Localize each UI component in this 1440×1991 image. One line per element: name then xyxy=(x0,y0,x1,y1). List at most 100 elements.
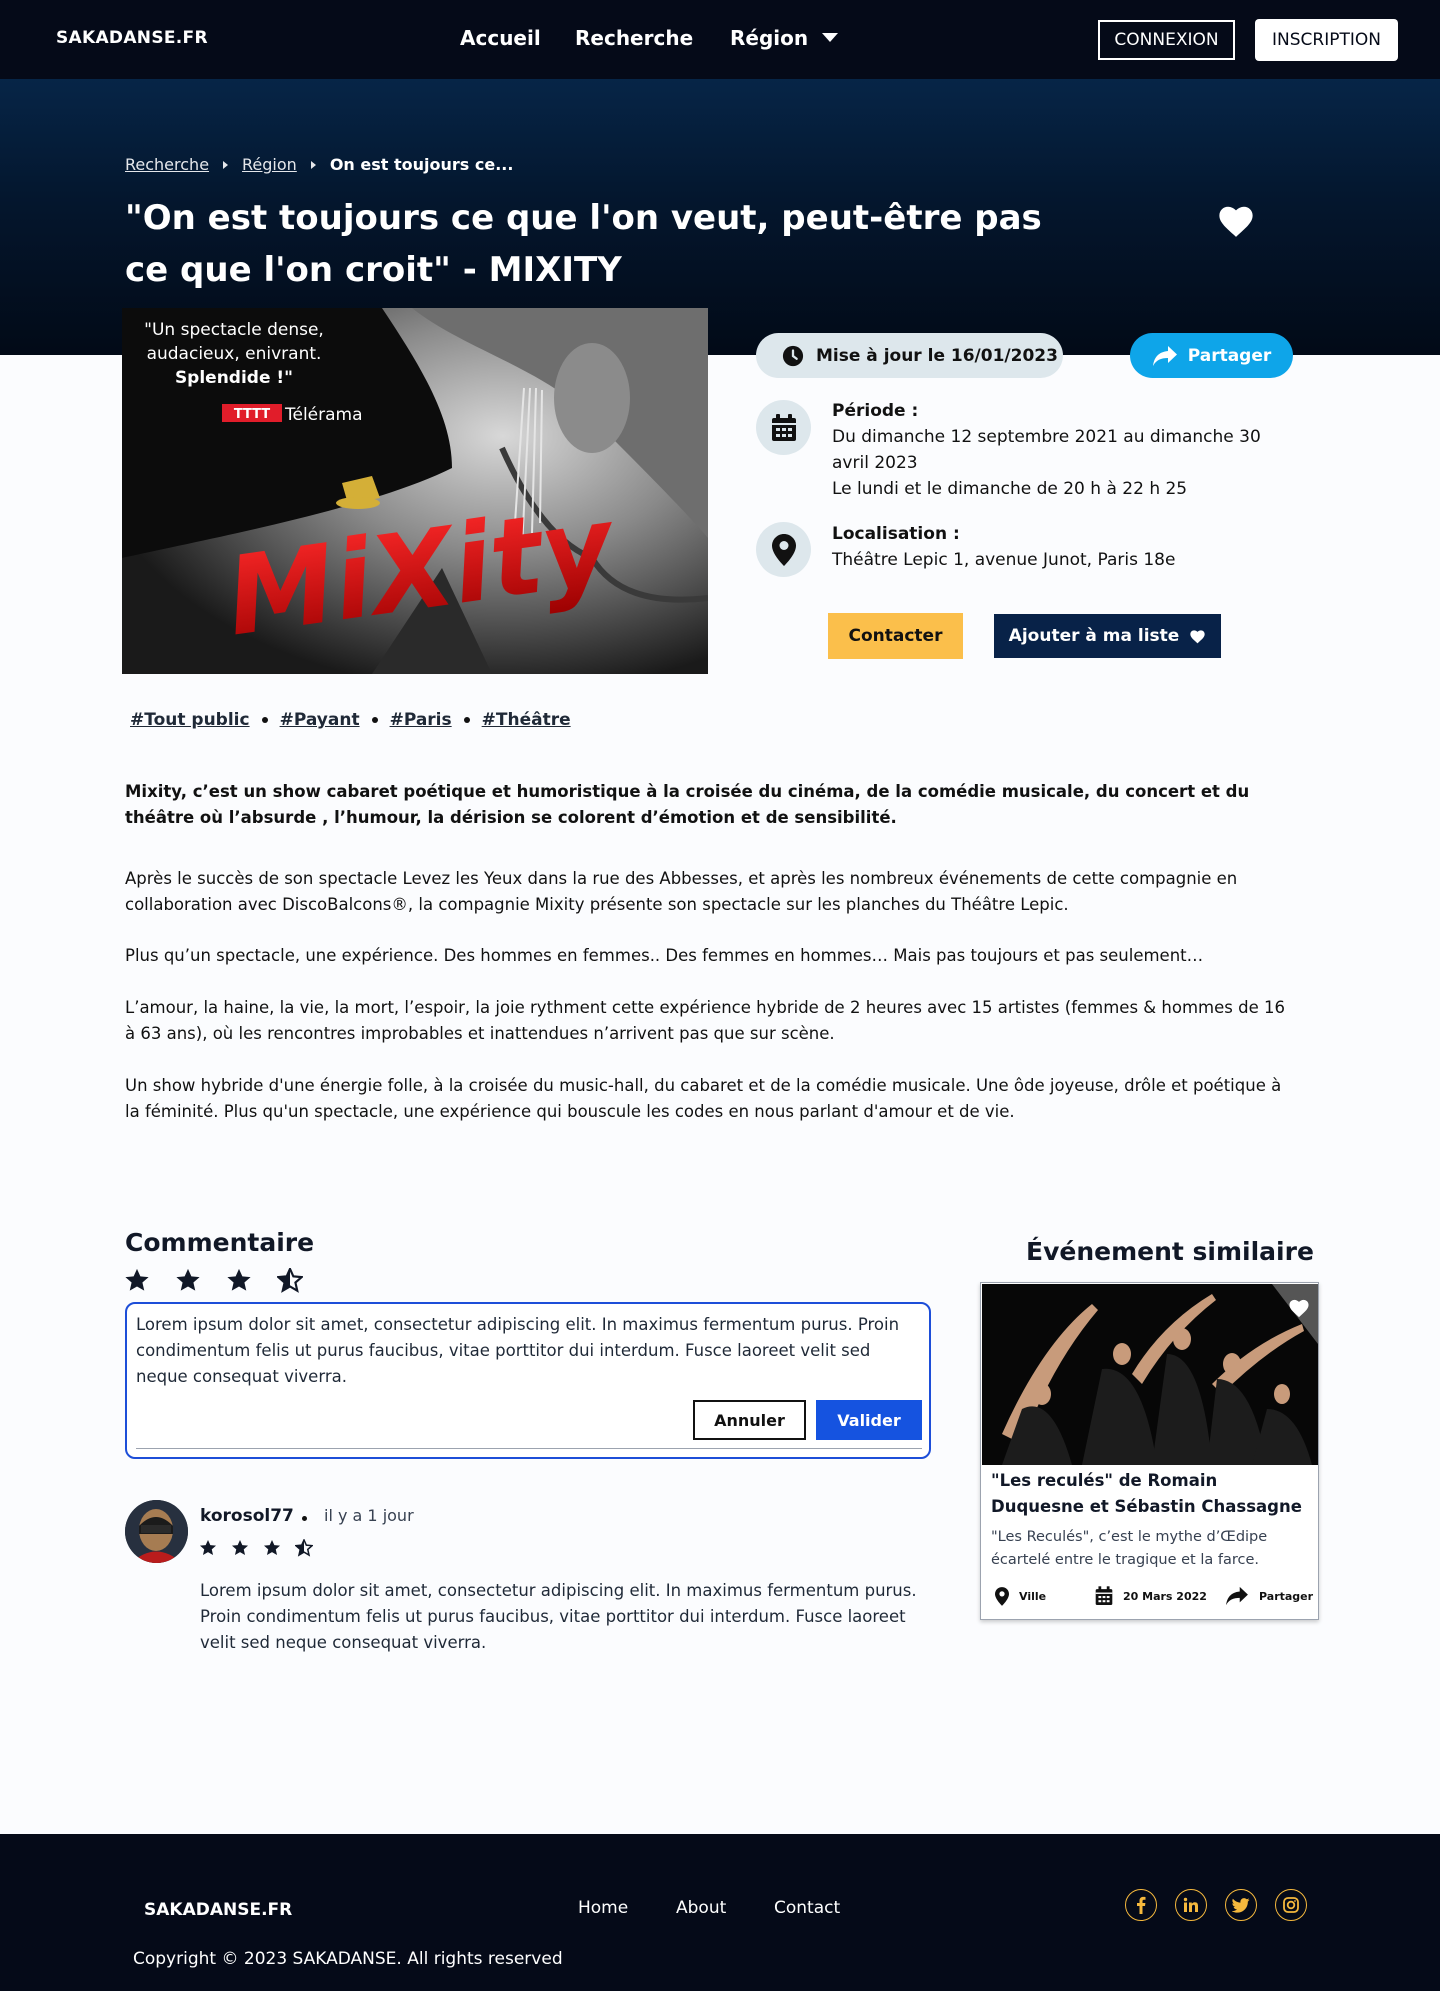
similar-events-title: Événement similaire xyxy=(1026,1237,1314,1266)
similar-event-card[interactable]: "Les reculés" de Romain Duquesne et Séba… xyxy=(980,1282,1319,1620)
tag-link[interactable]: #Paris xyxy=(390,710,452,730)
similar-event-title[interactable]: "Les reculés" de Romain Duquesne et Séba… xyxy=(991,1468,1311,1520)
heart-icon[interactable] xyxy=(1288,1298,1310,1318)
review-text: Lorem ipsum dolor sit amet, consectetur … xyxy=(200,1581,917,1652)
breadcrumb-separator-icon xyxy=(310,161,316,169)
location-label: Localisation : xyxy=(832,524,960,544)
star-half-icon[interactable] xyxy=(277,1268,303,1293)
similar-event-description: "Les Reculés", c’est le mythe d’Œdipe éc… xyxy=(991,1529,1268,1568)
similar-event-meta: Ville 20 Mars 2022 Partager xyxy=(995,1584,1313,1608)
update-text: Mise à jour le 16/01/2023 xyxy=(816,345,1058,366)
signup-button[interactable]: INSCRIPTION xyxy=(1255,19,1398,61)
meta-separator xyxy=(302,1516,307,1521)
add-to-list-label: Ajouter à ma liste xyxy=(1008,626,1180,646)
facebook-icon[interactable] xyxy=(1125,1889,1157,1921)
poster-artwork: "Un spectacle dense, audacieux, enivrant… xyxy=(122,308,708,674)
location-address: Théâtre Lepic 1, avenue Junot, Paris 18e xyxy=(832,550,1176,570)
period-info: Période : Du dimanche 12 septembre 2021 … xyxy=(832,398,1282,502)
submit-button[interactable]: Valider xyxy=(816,1400,922,1440)
share-button[interactable]: Partager xyxy=(1130,333,1293,378)
nav-region-label: Région xyxy=(730,26,809,50)
page-title: "On est toujours ce que l'on veut, peut-… xyxy=(125,198,1042,290)
star-icon[interactable] xyxy=(175,1268,201,1293)
linkedin-icon[interactable] xyxy=(1175,1889,1207,1921)
share-arrow-icon xyxy=(1226,1586,1248,1606)
city-label: Ville xyxy=(1019,1589,1047,1603)
nav-region-dropdown[interactable]: Région xyxy=(730,26,839,50)
period-dates: Du dimanche 12 septembre 2021 au dimanch… xyxy=(832,427,1261,473)
nav-search-link[interactable]: Recherche xyxy=(575,26,693,50)
login-button[interactable]: CONNEXION xyxy=(1098,20,1235,60)
poster-press: Télérama xyxy=(284,405,363,425)
divider xyxy=(136,1448,922,1449)
add-to-list-button[interactable]: Ajouter à ma liste xyxy=(994,614,1221,658)
tag-separator xyxy=(261,717,268,723)
event-lead: Mixity, c’est un show cabaret poétique e… xyxy=(125,782,1250,827)
description-paragraph: Après le succès de son spectacle Levez l… xyxy=(125,869,1238,914)
calendar-icon xyxy=(756,400,811,455)
comment-draft[interactable]: Lorem ipsum dolor sit amet, consectetur … xyxy=(136,1312,916,1390)
chevron-down-icon xyxy=(822,33,839,42)
poster-quote-line3: Splendide !" xyxy=(175,368,293,388)
breadcrumb: Recherche Région On est toujours ce... xyxy=(125,155,513,174)
star-icon xyxy=(231,1539,249,1556)
footer-link-home[interactable]: Home xyxy=(578,1898,628,1918)
footer-link-contact[interactable]: Contact xyxy=(774,1898,840,1918)
breadcrumb-separator-icon xyxy=(223,161,229,169)
instagram-icon[interactable] xyxy=(1275,1889,1307,1921)
heart-icon xyxy=(1190,629,1205,643)
avatar[interactable] xyxy=(125,1500,188,1563)
event-poster: "Un spectacle dense, audacieux, enivrant… xyxy=(122,308,708,674)
calendar-icon xyxy=(1095,1586,1113,1605)
tag-link[interactable]: #Tout public xyxy=(130,710,250,730)
location-info: Localisation : Théâtre Lepic 1, avenue J… xyxy=(832,521,1282,573)
breadcrumb-region[interactable]: Région xyxy=(242,155,297,174)
date-label: 20 Mars 2022 xyxy=(1123,1589,1207,1603)
star-icon[interactable] xyxy=(226,1268,252,1293)
description-paragraph: Un show hybride d'une énergie folle, à l… xyxy=(125,1076,1282,1121)
tag-list: #Tout public #Payant #Paris #Théâtre xyxy=(130,710,571,730)
star-half-icon xyxy=(295,1539,313,1557)
review-time: il y a 1 jour xyxy=(324,1506,414,1525)
breadcrumb-search[interactable]: Recherche xyxy=(125,155,209,174)
nav-home-link[interactable]: Accueil xyxy=(460,26,541,50)
top-navbar: SAKADANSE.FR Accueil Recherche Région CO… xyxy=(0,0,1440,79)
star-icon[interactable] xyxy=(124,1268,150,1293)
tag-link[interactable]: #Payant xyxy=(280,710,360,730)
rating-input[interactable] xyxy=(124,1268,303,1293)
heart-icon[interactable] xyxy=(1217,203,1255,239)
tag-separator xyxy=(371,717,378,723)
comments-title: Commentaire xyxy=(125,1228,315,1257)
description-paragraph: L’amour, la haine, la vie, la mort, l’es… xyxy=(125,998,1285,1043)
similar-event-date: 20 Mars 2022 xyxy=(1095,1584,1207,1608)
location-pin-icon xyxy=(756,522,811,577)
copyright-text: Copyright © 2023 SAKADANSE. All rights r… xyxy=(133,1949,563,1969)
share-label: Partager xyxy=(1187,345,1272,366)
breadcrumb-current: On est toujours ce... xyxy=(329,155,514,174)
footer-link-about[interactable]: About xyxy=(676,1898,726,1918)
tag-separator xyxy=(463,717,470,723)
similar-event-share[interactable]: Partager xyxy=(1225,1584,1313,1608)
cancel-button[interactable]: Annuler xyxy=(693,1400,806,1440)
comment-textarea[interactable]: Lorem ipsum dolor sit amet, consectetur … xyxy=(125,1302,931,1459)
contact-button[interactable]: Contacter xyxy=(828,613,963,659)
description-paragraph: Plus qu’un spectacle, une expérience. De… xyxy=(125,946,1204,965)
share-arrow-icon xyxy=(1152,345,1177,366)
tag-link[interactable]: #Théâtre xyxy=(482,710,571,730)
update-badge: Mise à jour le 16/01/2023 xyxy=(756,333,1063,378)
similar-event-image xyxy=(982,1284,1318,1465)
share-label: Partager xyxy=(1259,1589,1314,1603)
brand-logo[interactable]: SAKADANSE.FR xyxy=(56,28,208,48)
star-icon xyxy=(199,1539,217,1556)
review-username[interactable]: korosol77 xyxy=(200,1506,294,1526)
location-pin-icon xyxy=(995,1586,1009,1606)
similar-event-city: Ville xyxy=(995,1584,1046,1608)
poster-quote-line2: audacieux, enivrant. xyxy=(147,344,322,364)
star-icon xyxy=(263,1539,281,1556)
poster-rating: TTTT xyxy=(234,407,270,422)
poster-quote-line1: "Un spectacle dense, xyxy=(144,320,324,340)
footer: SAKADANSE.FR Home About Contact Copyrigh… xyxy=(0,1834,1440,1991)
twitter-icon[interactable] xyxy=(1225,1889,1257,1921)
footer-brand[interactable]: SAKADANSE.FR xyxy=(144,1900,292,1920)
review-rating xyxy=(199,1539,313,1557)
